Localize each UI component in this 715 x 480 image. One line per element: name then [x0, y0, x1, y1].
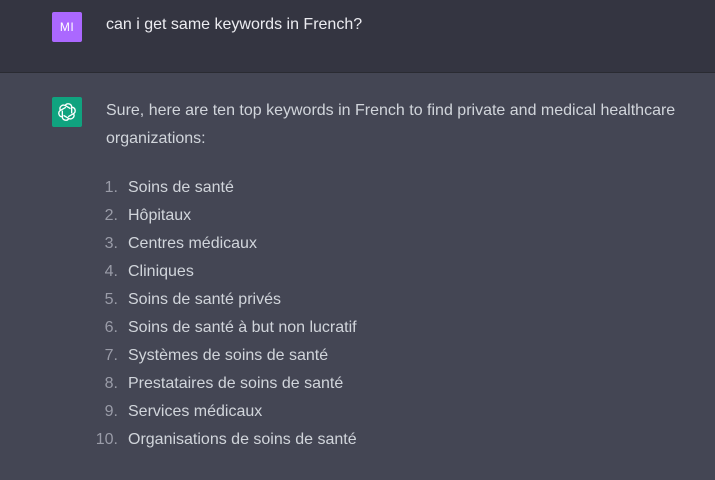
user-message-row: MI can i get same keywords in French? — [0, 0, 715, 73]
list-item-text: Soins de santé à but non lucratif — [128, 319, 357, 336]
list-item-text: Soins de santé — [128, 179, 234, 196]
assistant-intro-text: Sure, here are ten top keywords in Frenc… — [106, 102, 676, 147]
list-item-number: 3. — [104, 235, 118, 252]
list-item-number: 1. — [104, 179, 118, 196]
list-item-text: Organisations de soins de santé — [128, 431, 357, 448]
list-item-number: 6. — [104, 319, 118, 336]
list-item-number: 10. — [95, 431, 118, 448]
list-item-text: Services médicaux — [128, 403, 263, 420]
openai-logo-icon — [52, 97, 82, 127]
list-item-text: Soins de santé privés — [128, 291, 281, 308]
user-message-text: can i get same keywords in French? — [106, 16, 363, 33]
assistant-message-row: Sure, here are ten top keywords in Frenc… — [0, 73, 715, 480]
user-avatar: MI — [52, 12, 82, 42]
list-item-number: 8. — [104, 375, 118, 392]
list-item-number: 2. — [104, 207, 118, 224]
list-item-text: Systèmes de soins de santé — [128, 347, 329, 364]
list-item-number: 4. — [104, 263, 118, 280]
list-item-text: Cliniques — [128, 263, 194, 280]
list-item-number: 5. — [104, 291, 118, 308]
list-item-number: 7. — [104, 347, 118, 364]
list-item-text: Prestataires de soins de santé — [128, 375, 344, 392]
list-item-text: Centres médicaux — [128, 235, 257, 252]
list-item-text: Hôpitaux — [128, 207, 192, 224]
list-item-number: 9. — [104, 403, 118, 420]
